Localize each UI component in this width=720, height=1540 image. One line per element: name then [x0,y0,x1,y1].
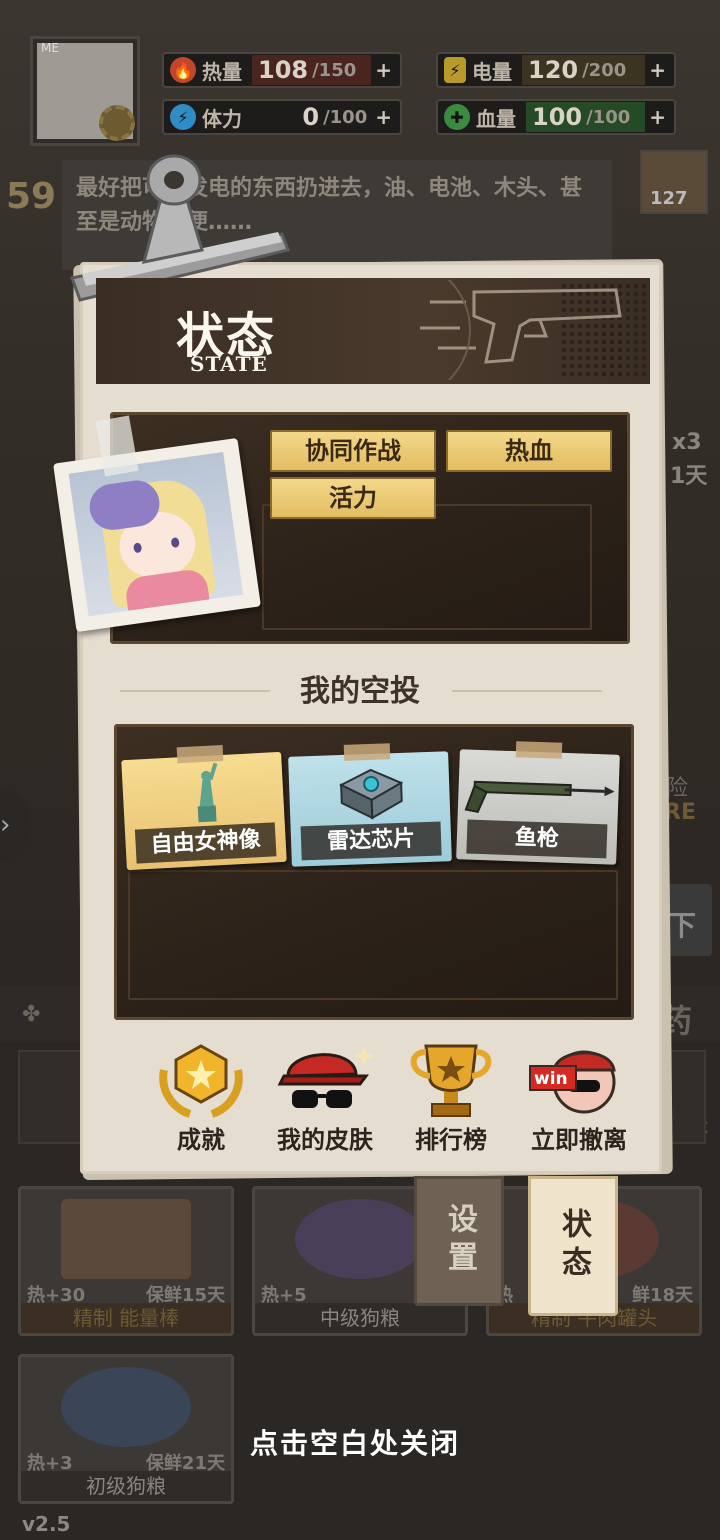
side-badge-times: x3 [672,430,702,455]
tab-settings-label: 设置 [442,1203,477,1279]
heat-stat[interactable]: 🔥 热量 108 /150 + [162,52,402,88]
airdrop-inner-board [128,870,618,1000]
panel-subtitle: STATE [190,352,268,376]
airdrop-statue-of-liberty[interactable]: 自由女神像 [121,744,287,871]
skin-cap-icon [277,1046,374,1108]
heat-value: 108 [258,56,309,84]
food-fresh: 保鲜15天 [145,1285,225,1306]
trait-vitality[interactable]: 活力 [270,477,436,519]
food-fresh: 鲜18天 [631,1285,693,1306]
food-name: 初级狗粮 [21,1471,231,1501]
clover-icon: ✤ [22,1002,41,1027]
section-divider-left [120,690,270,692]
evacuate-button[interactable]: win 立即撤离 [524,1040,634,1160]
airdrop-section-title: 我的空投 [300,674,420,709]
achievement-label: 成就 [177,1126,225,1154]
trait-coop-combat[interactable]: 协同作战 [270,430,436,472]
food-name: 中级狗粮 [255,1303,465,1333]
traits-inner-board [262,504,592,630]
day-counter: 59 [6,176,57,217]
food-heat: 热+5 [261,1285,307,1306]
svg-text:win: win [534,1069,568,1089]
version-label: v2.5 [22,1512,71,1536]
airdrop-label: 鱼枪 [466,819,608,859]
energy-bar-box-icon [61,1199,191,1279]
power-value: 120 [528,56,579,84]
power-stat[interactable]: ⚡ 电量 120 /200 + [436,52,676,88]
heat-plus-button[interactable]: + [375,58,392,82]
stamina-value: 0 [302,103,320,131]
player-avatar[interactable]: ME [30,36,140,146]
blood-drop-icon: ✚ [444,104,470,130]
food-name: 精制 能量棒 [21,1303,231,1333]
airdrop-label: 雷达芯片 [300,821,442,861]
gear-icon[interactable] [99,105,135,141]
lightning-icon: ⚡ [170,104,196,130]
evacuate-label: 立即撤离 [531,1126,627,1154]
character-image [68,451,244,617]
side-badge-days: 1天 [670,464,708,489]
health-label: 血量 [476,106,516,131]
my-skin-button[interactable]: 我的皮肤 [270,1040,380,1160]
power-label: 电量 [472,59,512,84]
airdrop-radar-chip[interactable]: 雷达芯片 [288,743,452,867]
inventory-count: 127 [650,188,688,209]
achievement-button[interactable]: 成就 [146,1040,256,1160]
statue-of-liberty-icon [197,762,218,823]
food-card-basic-dogfood[interactable]: 热+3 保鲜21天 初级狗粮 [18,1354,234,1504]
character-portrait[interactable] [53,437,261,633]
trait-hot-blood[interactable]: 热血 [446,430,612,472]
down-button-label: 下 [668,909,697,942]
evacuate-win-icon: win [529,1050,616,1114]
pistol-icon [420,280,622,380]
status-panel [80,262,662,1174]
food-fresh: 保鲜21天 [145,1453,225,1474]
close-hint[interactable]: 点击空白处关闭 [250,1422,460,1462]
avatar-tag: ME [41,41,59,55]
health-max: /100 [586,106,631,128]
food-card-energy-bar[interactable]: 热+30 保鲜15天 精制 能量棒 [18,1186,234,1336]
heat-max: /150 [312,59,357,81]
stamina-stat[interactable]: ⚡ 体力 0 /100 + [162,99,402,135]
side-badge-adventure: 险 [666,776,689,801]
tab-settings[interactable]: 设置 [414,1176,504,1306]
my-skin-label: 我的皮肤 [277,1126,373,1154]
flame-icon: 🔥 [170,57,196,83]
leaderboard-label: 排行榜 [415,1126,487,1154]
airdrop-label: 自由女神像 [134,822,277,864]
speargun-icon [464,780,615,814]
tab-status[interactable]: 状态 [528,1176,618,1316]
achievement-medal-icon [159,1044,243,1118]
health-stat[interactable]: ✚ 血量 100 /100 + [436,99,676,135]
leaderboard-button[interactable]: 排行榜 [396,1040,506,1160]
health-plus-button[interactable]: + [649,105,666,129]
stamina-plus-button[interactable]: + [375,105,392,129]
heat-label: 热量 [202,59,242,84]
stamina-label: 体力 [202,106,242,131]
section-divider-right [452,690,602,692]
food-heat: 热+3 [27,1453,73,1474]
radar-chip-icon [338,768,404,820]
dog-bowl-icon [61,1367,191,1447]
trophy-icon [410,1044,492,1117]
food-heat: 热+30 [27,1285,86,1306]
dog-bowl-icon [295,1199,425,1279]
power-max: /200 [582,59,627,81]
airdrop-speargun[interactable]: 鱼枪 [456,741,620,865]
health-value: 100 [532,103,583,131]
stamina-max: /100 [323,106,368,128]
tab-status-label: 状态 [556,1208,591,1284]
power-plus-button[interactable]: + [649,58,666,82]
battery-icon: ⚡ [444,57,466,83]
